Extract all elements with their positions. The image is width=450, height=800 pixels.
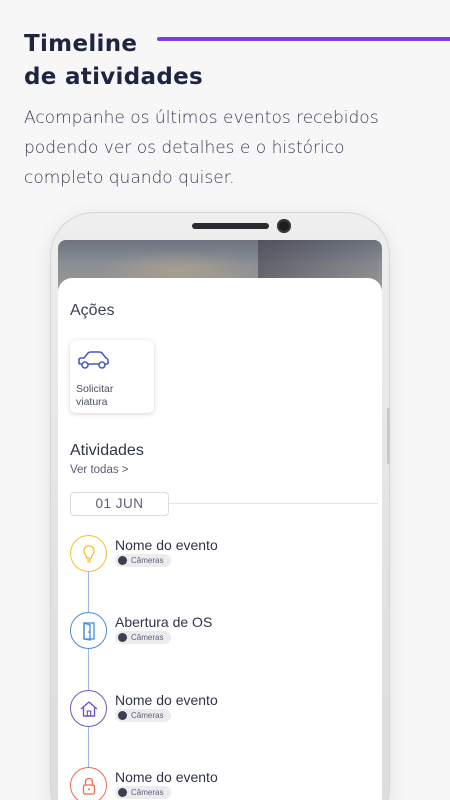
home-icon [80,700,97,717]
date-badge: 01 JUN [70,492,169,516]
camera-icon [118,556,127,565]
event-title[interactable]: Nome do evento [115,769,218,785]
event-tag: Câmeras [115,554,172,567]
timeline-node-3[interactable] [70,690,107,727]
timeline-node-4[interactable] [70,767,107,800]
action-label-line-1: Solicitar [76,383,114,395]
event-tag-label: Câmeras [131,711,164,720]
timeline-node-2[interactable] [70,612,107,649]
accent-bar [157,37,450,41]
event-title[interactable]: Abertura de OS [115,614,212,630]
phone-speaker [192,223,269,229]
lock-icon [82,777,95,795]
scrollbar[interactable] [387,408,390,464]
action-label-line-2: viatura [76,396,108,408]
subtitle-line-2: podendo ver os detalhes e o histórico [24,138,345,158]
camera-icon [118,633,127,642]
lightbulb-icon [82,544,95,563]
event-tag-label: Câmeras [131,633,164,642]
title-line-1: Timeline [24,31,138,57]
title-line-2: de atividades [24,64,203,90]
event-tag-label: Câmeras [131,556,164,565]
camera-icon [118,788,127,797]
event-title[interactable]: Nome do evento [115,537,218,553]
event-tag: Câmeras [115,786,172,799]
subtitle-line-1: Acompanhe os últimos eventos recebidos [24,108,379,128]
subtitle-line-3: completo quando quiser. [24,168,235,188]
acoes-heading: Ações [70,302,115,319]
event-tag-label: Câmeras [131,788,164,797]
ver-todas-link[interactable]: Ver todas > [70,464,129,476]
camera-icon [118,711,127,720]
atividades-heading: Atividades [70,442,144,459]
timeline-node-1[interactable] [70,535,107,572]
action-label: Solicitar viatura [76,383,148,409]
car-icon [78,351,109,369]
phone-camera [277,219,291,233]
event-tag: Câmeras [115,631,172,644]
door-icon [82,621,95,641]
subtitle: Acompanhe os últimos eventos recebidos p… [24,103,434,193]
event-title[interactable]: Nome do evento [115,692,218,708]
timeline-line [88,570,89,800]
event-tag: Câmeras [115,709,172,722]
